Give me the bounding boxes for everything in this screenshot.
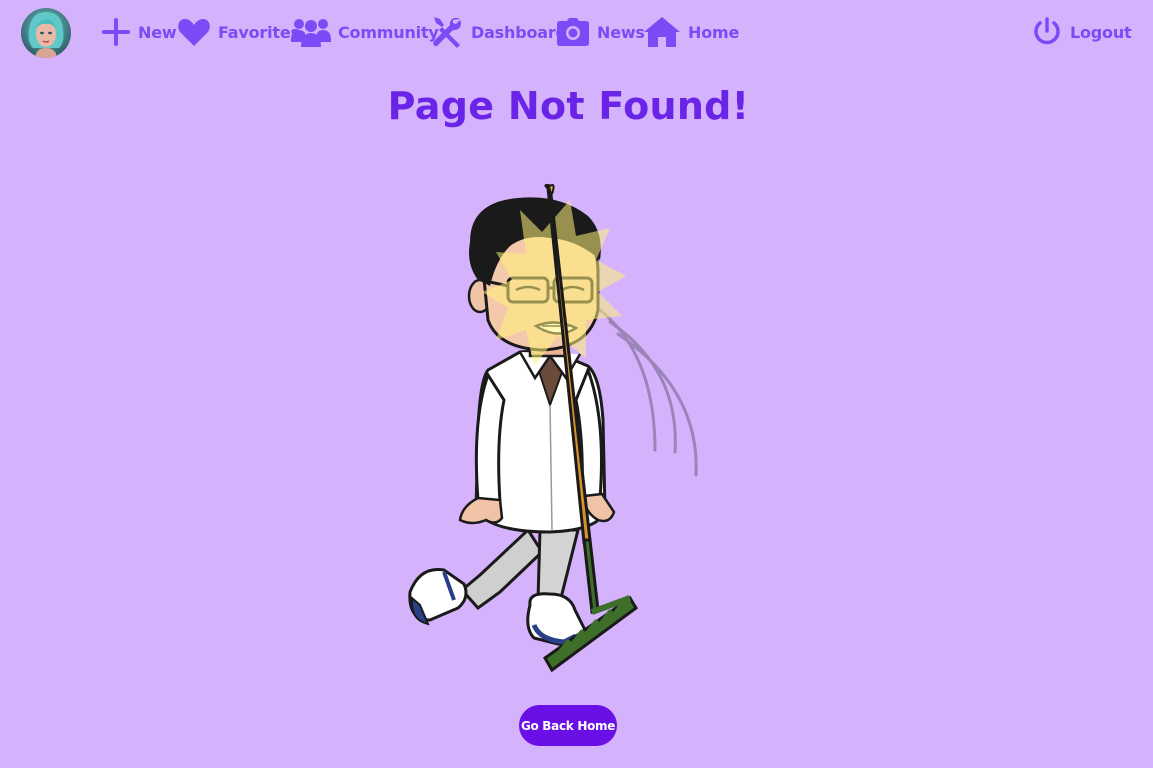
nav-dashboard-link[interactable]: Dashboard	[430, 14, 567, 50]
plus-icon	[101, 17, 131, 47]
nav-favorites-link[interactable]: Favorites	[177, 14, 300, 50]
heart-icon	[177, 17, 211, 47]
top-navbar: New Favorites Community Dashboard News H…	[0, 0, 1153, 64]
nav-home-label: Home	[688, 22, 740, 42]
nav-favorites-label: Favorites	[218, 22, 300, 42]
nav-new-link[interactable]: New	[101, 14, 177, 50]
nav-community-link[interactable]: Community	[291, 14, 439, 50]
logout-link[interactable]: Logout	[1031, 14, 1132, 50]
not-found-illustration	[400, 180, 710, 680]
power-icon	[1031, 16, 1063, 48]
nav-news-link[interactable]: News	[556, 14, 645, 50]
nav-news-label: News	[597, 22, 645, 42]
nav-new-label: New	[138, 22, 177, 42]
nav-home-link[interactable]: Home	[643, 14, 739, 50]
logout-label: Logout	[1070, 22, 1132, 42]
go-back-home-button[interactable]: Go Back Home	[519, 705, 617, 746]
user-avatar[interactable]	[21, 8, 71, 58]
camera-icon	[556, 17, 590, 47]
nav-dashboard-label: Dashboard	[471, 22, 567, 42]
home-icon	[643, 16, 681, 48]
users-icon	[291, 16, 331, 48]
tools-icon	[430, 15, 464, 49]
page-title: Page Not Found!	[387, 84, 750, 128]
nav-community-label: Community	[338, 22, 439, 42]
